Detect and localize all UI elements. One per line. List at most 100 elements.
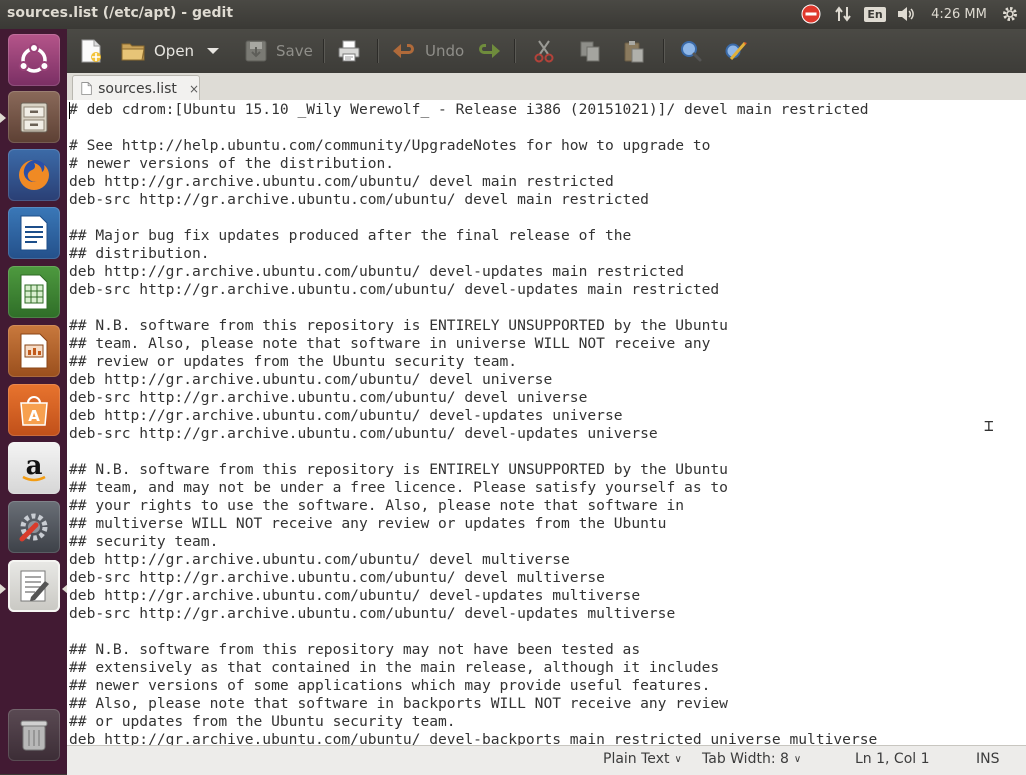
insert-mode: INS [976, 751, 1000, 767]
undo-button[interactable]: Undo [391, 35, 464, 67]
close-icon[interactable]: × [189, 82, 199, 96]
ubuntu-logo-icon [18, 43, 50, 73]
print-button[interactable] [337, 35, 361, 67]
launcher-amazon[interactable]: a [8, 442, 60, 494]
editor-line: deb-src http://gr.archive.ubuntu.com/ubu… [69, 389, 588, 406]
volume-icon[interactable] [894, 3, 918, 25]
print-icon [338, 40, 360, 62]
window-title: sources.list (/etc/apt) - gedit [7, 5, 234, 21]
launcher-firefox[interactable] [8, 149, 60, 201]
launcher-software-center[interactable]: A [8, 384, 60, 436]
undo-label: Undo [425, 42, 465, 60]
ibeam-cursor-icon: ⌶ [984, 416, 994, 435]
scissors-icon [534, 40, 554, 63]
editor-line: deb http://gr.archive.ubuntu.com/ubuntu/… [69, 551, 570, 568]
tab-sources-list[interactable]: sources.list × [72, 75, 200, 101]
settings-wrench-icon [19, 513, 48, 542]
find-replace-icon [725, 42, 747, 60]
calc-spreadsheet-icon [20, 274, 48, 310]
network-icon[interactable] [832, 3, 854, 25]
writer-document-icon [20, 215, 48, 251]
editor-line: # See http://help.ubuntu.com/community/U… [69, 137, 711, 154]
editor-line: ## extensively as that contained in the … [69, 659, 720, 676]
editor-line: ## N.B. software from this repository is… [69, 461, 728, 478]
open-recent-dropdown[interactable] [207, 35, 223, 67]
tab-width-selector[interactable]: Tab Width: 8 ∨ [702, 749, 801, 769]
launcher-libreoffice-writer[interactable] [8, 207, 60, 259]
editor-line: deb-src http://gr.archive.ubuntu.com/ubu… [69, 281, 720, 298]
clock[interactable]: 4:26 MM [928, 3, 990, 25]
chevron-down-icon: ∨ [793, 753, 802, 765]
dropdown-arrow-icon [207, 48, 219, 54]
editor-line: deb http://gr.archive.ubuntu.com/ubuntu/… [69, 731, 878, 745]
launcher-trash[interactable] [8, 709, 60, 761]
launcher-system-settings[interactable] [8, 501, 60, 553]
status-bar: Plain Text ∨ Tab Width: 8 ∨ Ln 1, Col 1 IN… [67, 745, 1026, 775]
cursor-position: Ln 1, Col 1 [855, 751, 930, 767]
editor-line: deb-src http://gr.archive.ubuntu.com/ubu… [69, 425, 658, 442]
undo-arrow-icon [393, 44, 414, 58]
editor-line: deb http://gr.archive.ubuntu.com/ubuntu/… [69, 173, 614, 190]
chevron-down-icon: ∨ [674, 753, 682, 765]
keyboard-layout-indicator[interactable]: En [864, 3, 886, 25]
launcher: A a [0, 29, 68, 774]
tab-width-label: Tab Width: 8 [702, 751, 789, 767]
svg-text:a: a [26, 451, 43, 481]
language-selector[interactable]: Plain Text ∨ [603, 749, 682, 769]
toolbar: Open Save Undo [67, 29, 1026, 73]
new-document-icon [81, 39, 101, 63]
copy-button[interactable] [578, 35, 602, 67]
save-label: Save [276, 42, 313, 60]
svg-text:A: A [28, 407, 40, 425]
text-caret [69, 102, 70, 119]
editor-line: ## multiverse WILL NOT receive any revie… [69, 515, 667, 532]
editor-line: ## your rights to use the software. Also… [69, 497, 685, 514]
launcher-libreoffice-impress[interactable] [8, 325, 60, 377]
top-panel: sources.list (/etc/apt) - gedit En 4:26 … [0, 0, 1026, 29]
document-icon [81, 82, 92, 95]
system-gear-icon[interactable] [998, 3, 1022, 25]
launcher-text-editor[interactable] [8, 560, 60, 612]
tab-label: sources.list [98, 80, 177, 97]
editor-line: ## N.B. software from this repository ma… [69, 641, 641, 658]
editor-line: deb http://gr.archive.ubuntu.com/ubuntu/… [69, 371, 553, 388]
find-button[interactable] [679, 35, 703, 67]
new-document-button[interactable] [79, 35, 103, 67]
toolbar-separator [377, 39, 378, 63]
editor-line: ## team, and may not be under a free lic… [69, 479, 728, 496]
editor-line: ## Also, please note that software in ba… [69, 695, 728, 712]
launcher-libreoffice-calc[interactable] [8, 266, 60, 318]
language-label: Plain Text [603, 751, 670, 767]
editor-line: deb http://gr.archive.ubuntu.com/ubuntu/… [69, 407, 623, 424]
redo-button[interactable] [476, 35, 502, 67]
launcher-dash-home[interactable] [8, 34, 60, 86]
editor-line: ## team. Also, please note that software… [69, 335, 711, 352]
error-indicator-icon[interactable] [800, 3, 822, 25]
find-replace-button[interactable] [723, 35, 749, 67]
editor-content: # deb cdrom:[Ubuntu 15.10 _Wily Werewolf… [67, 100, 1026, 745]
editor-line: ## review or updates from the Ubuntu sec… [69, 353, 518, 370]
firefox-icon [19, 160, 49, 190]
save-icon [245, 40, 267, 62]
open-button[interactable]: Open [120, 35, 194, 67]
editor-line: ## Major bug fix updates produced after … [69, 227, 632, 244]
running-indicator [0, 113, 6, 123]
editor-line: ## newer versions of some applications w… [69, 677, 711, 694]
launcher-files[interactable] [8, 91, 60, 143]
copy-icon [580, 41, 600, 62]
cut-button[interactable] [533, 35, 555, 67]
paste-button[interactable] [622, 35, 646, 67]
running-indicator [0, 584, 6, 594]
redo-arrow-icon [479, 44, 500, 58]
text-editor-area[interactable]: # deb cdrom:[Ubuntu 15.10 _Wily Werewolf… [67, 100, 1026, 745]
editor-line: ## security team. [69, 533, 219, 550]
magnifier-icon [681, 41, 702, 62]
shopping-bag-icon: A [20, 396, 48, 426]
save-button[interactable]: Save [244, 35, 313, 67]
amazon-icon: a [22, 451, 46, 482]
